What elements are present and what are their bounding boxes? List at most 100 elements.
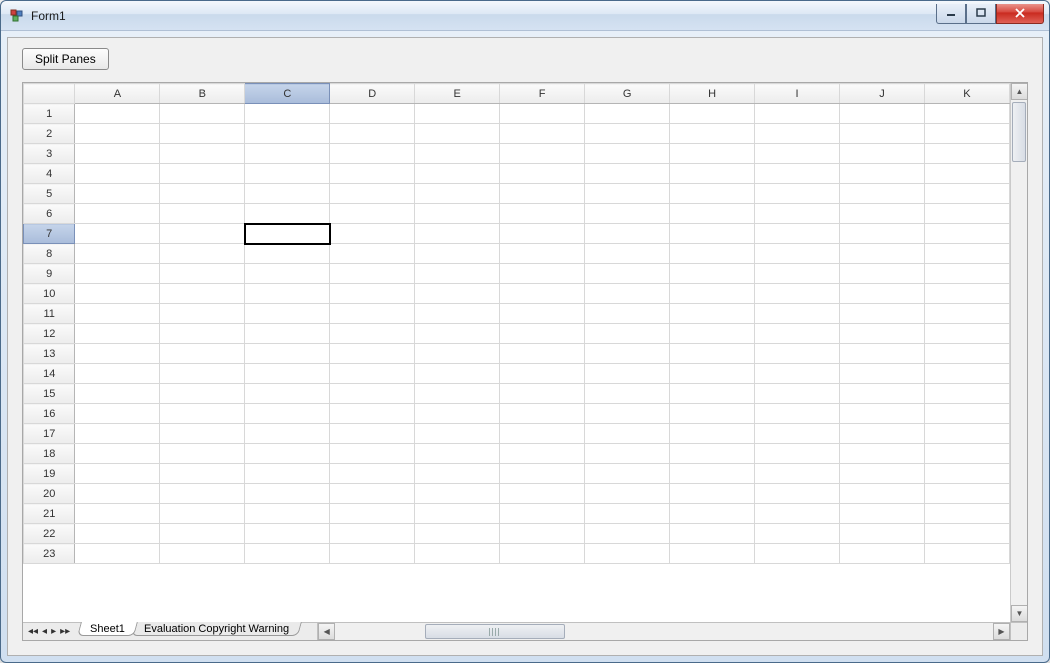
cell[interactable] (75, 244, 160, 264)
cell[interactable] (670, 504, 755, 524)
cell[interactable] (500, 404, 585, 424)
cell[interactable] (585, 464, 670, 484)
scroll-down-arrow-icon[interactable]: ▼ (1011, 605, 1027, 622)
cell[interactable] (245, 324, 330, 344)
cell[interactable] (245, 444, 330, 464)
cell[interactable] (160, 264, 245, 284)
cell[interactable] (160, 204, 245, 224)
cell[interactable] (160, 364, 245, 384)
cell[interactable] (924, 244, 1009, 264)
cell[interactable] (840, 444, 925, 464)
cell[interactable] (840, 224, 925, 244)
cell[interactable] (755, 544, 840, 564)
cell[interactable] (670, 384, 755, 404)
row-header[interactable]: 2 (24, 124, 75, 144)
cell[interactable] (500, 144, 585, 164)
cell[interactable] (160, 444, 245, 464)
close-button[interactable] (996, 4, 1044, 24)
cell[interactable] (924, 384, 1009, 404)
cell[interactable] (75, 524, 160, 544)
cell[interactable] (330, 244, 415, 264)
cell[interactable] (330, 484, 415, 504)
column-header[interactable]: E (415, 84, 500, 104)
cell[interactable] (755, 284, 840, 304)
cell[interactable] (75, 544, 160, 564)
row-header[interactable]: 18 (24, 444, 75, 464)
cell[interactable] (160, 124, 245, 144)
cell[interactable] (670, 224, 755, 244)
cell[interactable] (415, 444, 500, 464)
cell[interactable] (924, 284, 1009, 304)
cell[interactable] (330, 144, 415, 164)
cell[interactable] (330, 224, 415, 244)
cell[interactable] (585, 404, 670, 424)
cell[interactable] (585, 524, 670, 544)
cell[interactable] (415, 504, 500, 524)
cell[interactable] (670, 144, 755, 164)
cell[interactable] (245, 104, 330, 124)
cell[interactable] (160, 344, 245, 364)
cell[interactable] (670, 544, 755, 564)
cell[interactable] (75, 104, 160, 124)
cell[interactable] (245, 204, 330, 224)
cell[interactable] (585, 304, 670, 324)
cell[interactable] (415, 404, 500, 424)
cell[interactable] (75, 224, 160, 244)
cell[interactable] (500, 464, 585, 484)
cell[interactable] (670, 164, 755, 184)
row-header[interactable]: 8 (24, 244, 75, 264)
cell[interactable] (585, 444, 670, 464)
cell[interactable] (585, 484, 670, 504)
cell[interactable] (924, 364, 1009, 384)
row-header[interactable]: 9 (24, 264, 75, 284)
cell[interactable] (840, 124, 925, 144)
row-header[interactable]: 20 (24, 484, 75, 504)
column-header[interactable]: B (160, 84, 245, 104)
cell[interactable] (330, 424, 415, 444)
cell[interactable] (500, 484, 585, 504)
row-header[interactable]: 3 (24, 144, 75, 164)
cell[interactable] (840, 364, 925, 384)
cell[interactable] (245, 284, 330, 304)
cell[interactable] (415, 224, 500, 244)
cell[interactable] (755, 324, 840, 344)
column-header[interactable]: K (924, 84, 1009, 104)
cell[interactable] (330, 444, 415, 464)
row-header[interactable]: 16 (24, 404, 75, 424)
column-header[interactable]: I (755, 84, 840, 104)
cell[interactable] (415, 324, 500, 344)
cell[interactable] (75, 284, 160, 304)
cell[interactable] (585, 204, 670, 224)
minimize-button[interactable] (936, 4, 966, 24)
cell[interactable] (415, 464, 500, 484)
cell[interactable] (330, 404, 415, 424)
cell[interactable] (840, 184, 925, 204)
cell[interactable] (924, 304, 1009, 324)
cell[interactable] (160, 304, 245, 324)
cell[interactable] (924, 184, 1009, 204)
cell[interactable] (585, 264, 670, 284)
cell[interactable] (500, 544, 585, 564)
cell[interactable] (160, 504, 245, 524)
cell[interactable] (415, 184, 500, 204)
cell[interactable] (75, 384, 160, 404)
cell[interactable] (500, 424, 585, 444)
row-header[interactable]: 21 (24, 504, 75, 524)
cell[interactable] (245, 404, 330, 424)
cell[interactable] (840, 524, 925, 544)
cell[interactable] (755, 344, 840, 364)
cell[interactable] (840, 484, 925, 504)
cell[interactable] (670, 324, 755, 344)
cell[interactable] (924, 504, 1009, 524)
cell[interactable] (840, 324, 925, 344)
cell[interactable] (330, 184, 415, 204)
cell[interactable] (840, 344, 925, 364)
cell[interactable] (75, 124, 160, 144)
cell[interactable] (415, 204, 500, 224)
cell[interactable] (415, 304, 500, 324)
scroll-right-arrow-icon[interactable]: ▶ (993, 623, 1010, 640)
column-header[interactable]: F (500, 84, 585, 104)
cell[interactable] (330, 264, 415, 284)
cell[interactable] (160, 184, 245, 204)
cell[interactable] (755, 104, 840, 124)
